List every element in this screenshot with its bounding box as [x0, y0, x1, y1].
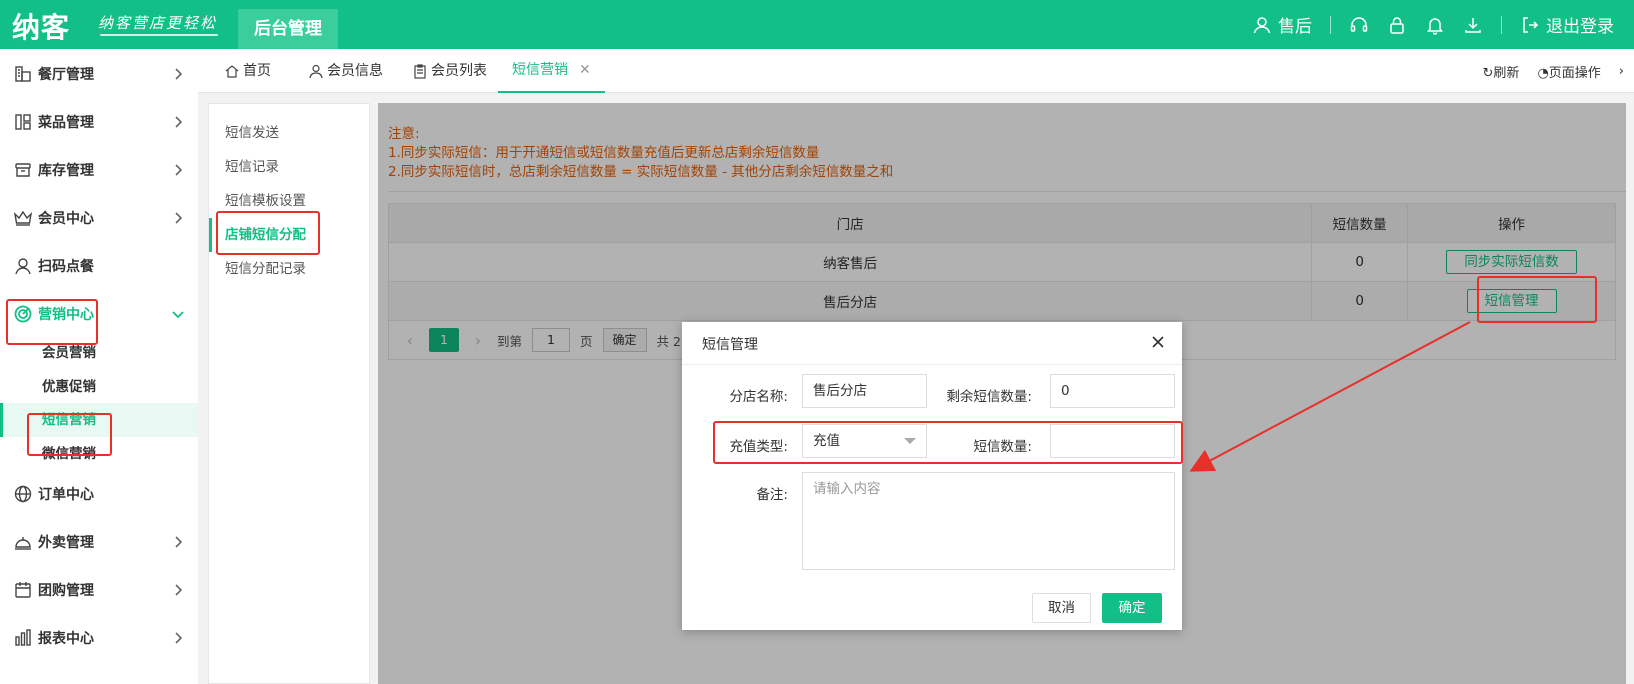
sidebar-item-label: 会员中心	[38, 211, 94, 227]
user-icon	[1252, 15, 1272, 35]
separator	[1501, 15, 1502, 34]
submenu-sms-records[interactable]: 短信记录	[209, 150, 371, 184]
tab-member-list[interactable]: 会员列表	[412, 49, 487, 93]
note-label: 备注:	[756, 487, 788, 503]
inventory-icon	[12, 159, 34, 181]
separator	[1330, 15, 1331, 34]
chevron-right-icon	[175, 632, 183, 644]
note-textarea[interactable]: 请输入内容	[802, 472, 1175, 570]
globe-icon	[12, 483, 34, 505]
cancel-button[interactable]: 取消	[1032, 593, 1091, 623]
admin-tab[interactable]: 后台管理	[238, 9, 338, 49]
sidebar-item-dishes[interactable]: 菜品管理	[0, 97, 198, 147]
tab-home[interactable]: 首页	[224, 49, 271, 93]
highlight-box	[6, 299, 98, 345]
logout-button[interactable]: 退出登录	[1520, 12, 1614, 37]
branch-name-label: 分店名称:	[729, 389, 788, 405]
sidebar-item-label: 库存管理	[38, 163, 94, 179]
remaining-sms-field[interactable]: 0	[1050, 374, 1175, 408]
person-icon	[12, 255, 34, 277]
sidebar-item-member-center[interactable]: 会员中心	[0, 193, 198, 243]
tab-right-actions: ↻刷新 ◔页面操作 ›	[1483, 49, 1624, 93]
sidebar-item-label: 餐厅管理	[38, 67, 94, 83]
sidebar-item-order-center[interactable]: 订单中心	[0, 469, 198, 519]
chevron-right-icon	[175, 164, 183, 176]
store-icon	[12, 63, 34, 85]
user-menu[interactable]: 售后	[1252, 12, 1312, 37]
close-icon[interactable]	[1148, 332, 1168, 352]
page-ops-button[interactable]: ◔页面操作	[1537, 62, 1600, 81]
slogan-underline	[100, 34, 218, 36]
chevron-right-icon	[175, 212, 183, 224]
sidebar-subitem-promotion[interactable]: 优惠促销	[0, 370, 198, 404]
branch-name-field[interactable]: 售后分店	[802, 374, 927, 408]
sidebar-item-group-buy[interactable]: 团购管理	[0, 565, 198, 615]
slogan: 纳客营店更轻松	[98, 14, 218, 32]
calendar-icon	[12, 579, 34, 601]
sidebar-item-label: 扫码点餐	[38, 259, 94, 275]
user-icon	[309, 64, 323, 79]
logout-icon	[1520, 15, 1540, 35]
sidebar: 餐厅管理 菜品管理 库存管理 会员中心 扫码点餐 营销中心 会员营销 优惠促销 …	[0, 49, 198, 684]
sidebar-item-inventory[interactable]: 库存管理	[0, 145, 198, 195]
page-ops-label: 页面操作	[1548, 65, 1601, 81]
highlight-box	[1477, 276, 1597, 323]
sidebar-item-label: 外卖管理	[38, 535, 94, 551]
user-name: 售后	[1278, 17, 1312, 37]
sidebar-item-label: 订单中心	[38, 487, 94, 503]
bell-icon[interactable]	[1425, 15, 1445, 35]
top-bar: 纳客 纳客营店更轻松 后台管理 售后 退出登录	[0, 0, 1634, 49]
refresh-button[interactable]: ↻刷新	[1483, 62, 1520, 81]
bell-service-icon	[12, 531, 34, 553]
sms-manage-dialog: 短信管理 分店名称: 售后分店 剩余短信数量: 0 充值类型: 充值 短信数量:…	[682, 322, 1182, 630]
dialog-title: 短信管理	[702, 337, 758, 353]
headset-icon[interactable]	[1349, 15, 1369, 35]
submenu-allocation-records[interactable]: 短信分配记录	[209, 252, 371, 286]
logo: 纳客	[12, 11, 71, 44]
sidebar-item-label: 报表中心	[38, 631, 94, 647]
dish-icon	[12, 111, 34, 133]
chevron-right-icon	[175, 536, 183, 548]
top-right-actions: 售后 退出登录	[1252, 0, 1614, 49]
tab-sms-marketing[interactable]: 短信营销 ✕	[498, 49, 605, 93]
remaining-sms-label: 剩余短信数量:	[946, 389, 1032, 405]
chevron-right-icon[interactable]: ›	[1619, 64, 1624, 79]
sidebar-item-scan-order[interactable]: 扫码点餐	[0, 241, 198, 291]
tab-label: 短信营销	[512, 62, 568, 78]
chevron-down-icon	[172, 311, 184, 319]
tab-label: 会员信息	[327, 63, 383, 79]
download-icon[interactable]	[1463, 15, 1483, 35]
tab-bar: 首页 会员信息 会员列表 短信营销 ✕ ↻刷新 ◔页面操作 ›	[198, 49, 1634, 93]
highlight-box	[216, 211, 320, 255]
sms-submenu: 短信发送 短信记录 短信模板设置 店铺短信分配 短信分配记录	[208, 103, 370, 684]
tab-member-info[interactable]: 会员信息	[308, 49, 383, 93]
chevron-right-icon	[175, 584, 183, 596]
tab-label: 会员列表	[431, 63, 487, 79]
highlight-box	[27, 413, 112, 456]
lock-icon[interactable]	[1387, 15, 1407, 35]
sidebar-item-label: 菜品管理	[38, 115, 94, 131]
sidebar-item-reports[interactable]: 报表中心	[0, 613, 198, 663]
tab-label: 首页	[243, 63, 271, 79]
clipboard-icon	[414, 64, 426, 79]
chevron-right-icon	[175, 116, 183, 128]
home-icon	[225, 65, 239, 78]
confirm-button[interactable]: 确定	[1102, 593, 1162, 623]
submenu-sms-send[interactable]: 短信发送	[209, 116, 371, 150]
divider	[682, 364, 1182, 365]
highlight-box	[713, 421, 1183, 464]
crown-icon	[12, 207, 34, 229]
close-icon[interactable]: ✕	[579, 48, 591, 92]
chart-icon	[12, 627, 34, 649]
sidebar-item-label: 团购管理	[38, 583, 94, 599]
refresh-label: 刷新	[1493, 65, 1520, 81]
sidebar-item-takeout[interactable]: 外卖管理	[0, 517, 198, 567]
chevron-right-icon	[175, 68, 183, 80]
logout-label: 退出登录	[1546, 17, 1614, 37]
sidebar-item-restaurant[interactable]: 餐厅管理	[0, 49, 198, 99]
